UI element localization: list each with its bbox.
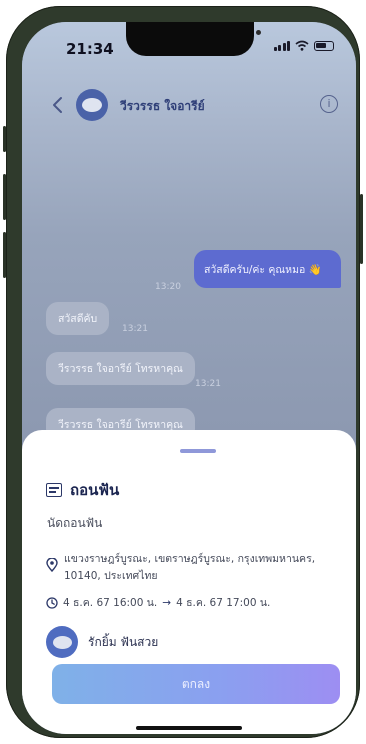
message-time: 13:21 <box>122 324 148 334</box>
status-time: 21:34 <box>66 40 114 58</box>
dynamic-island <box>126 22 261 56</box>
contact-avatar[interactable] <box>76 89 108 121</box>
time-row: 4 ธ.ค. 67 16:00 น. → 4 ธ.ค. 67 17:00 น. <box>46 594 270 611</box>
incoming-message[interactable]: วีรวรรธ ใจอารีย์ โทรหาคุณ <box>46 352 195 385</box>
appointment-sheet: ถอนฟัน นัดถอนฟัน แขวงราษฎร์บูรณะ, เขตราษ… <box>22 430 356 734</box>
time-arrow: → <box>162 596 172 609</box>
contact-name[interactable]: วีรวรรธ ใจอารีย์ <box>120 97 205 116</box>
location-pin-icon <box>46 558 58 572</box>
wifi-icon <box>295 40 309 51</box>
sheet-handle[interactable] <box>180 449 216 453</box>
message-time: 13:21 <box>195 379 221 389</box>
back-arrow-icon[interactable] <box>48 94 70 116</box>
clock-icon <box>46 596 58 609</box>
calendar-note-icon <box>46 483 62 497</box>
appointment-description: นัดถอนฟัน <box>47 516 103 530</box>
ok-button[interactable]: ตกลง <box>52 664 340 704</box>
sheet-title-row: ถอนฟัน <box>46 478 119 502</box>
start-time: 4 ธ.ค. 67 16:00 น. <box>63 597 158 609</box>
outgoing-message[interactable]: สวัสดีครับ/ค่ะ คุณหมอ 👋 <box>194 250 341 288</box>
screen: 21:34 วีรวรรธ ใจอารีย์ i สวัสดีครับ/ค่ะ … <box>22 22 356 734</box>
doctor-name: รักยิ้ม ฟันสวย <box>88 634 159 649</box>
home-indicator[interactable] <box>136 726 242 730</box>
info-icon[interactable]: i <box>320 95 338 113</box>
message-time: 13:20 <box>155 282 181 292</box>
location-line-1: แขวงราษฎร์บูรณะ, เขตราษฎร์บูรณะ, กรุงเทพ… <box>64 553 316 565</box>
doctor-row: รักยิ้ม ฟันสวย <box>46 626 158 658</box>
volume-up-button <box>3 174 6 220</box>
mute-switch <box>3 126 6 152</box>
power-button <box>360 194 363 264</box>
battery-icon <box>314 40 334 51</box>
chat-header: วีรวรรธ ใจอารีย์ i <box>22 86 356 126</box>
signal-icon <box>273 40 290 51</box>
end-time: 4 ธ.ค. 67 17:00 น. <box>176 597 271 609</box>
status-icons <box>273 40 334 51</box>
incoming-message[interactable]: สวัสดีคับ <box>46 302 110 335</box>
phone-frame: 21:34 วีรวรรธ ใจอารีย์ i สวัสดีครับ/ค่ะ … <box>3 6 363 738</box>
location-line-2: 10140, ประเทศไทย <box>64 570 158 582</box>
location-row: แขวงราษฎร์บูรณะ, เขตราษฎร์บูรณะ, กรุงเทพ… <box>46 551 336 585</box>
location-text: แขวงราษฎร์บูรณะ, เขตราษฎร์บูรณะ, กรุงเทพ… <box>64 551 315 585</box>
sheet-title: ถอนฟัน <box>70 481 120 499</box>
volume-down-button <box>3 232 6 278</box>
doctor-avatar <box>46 626 78 658</box>
